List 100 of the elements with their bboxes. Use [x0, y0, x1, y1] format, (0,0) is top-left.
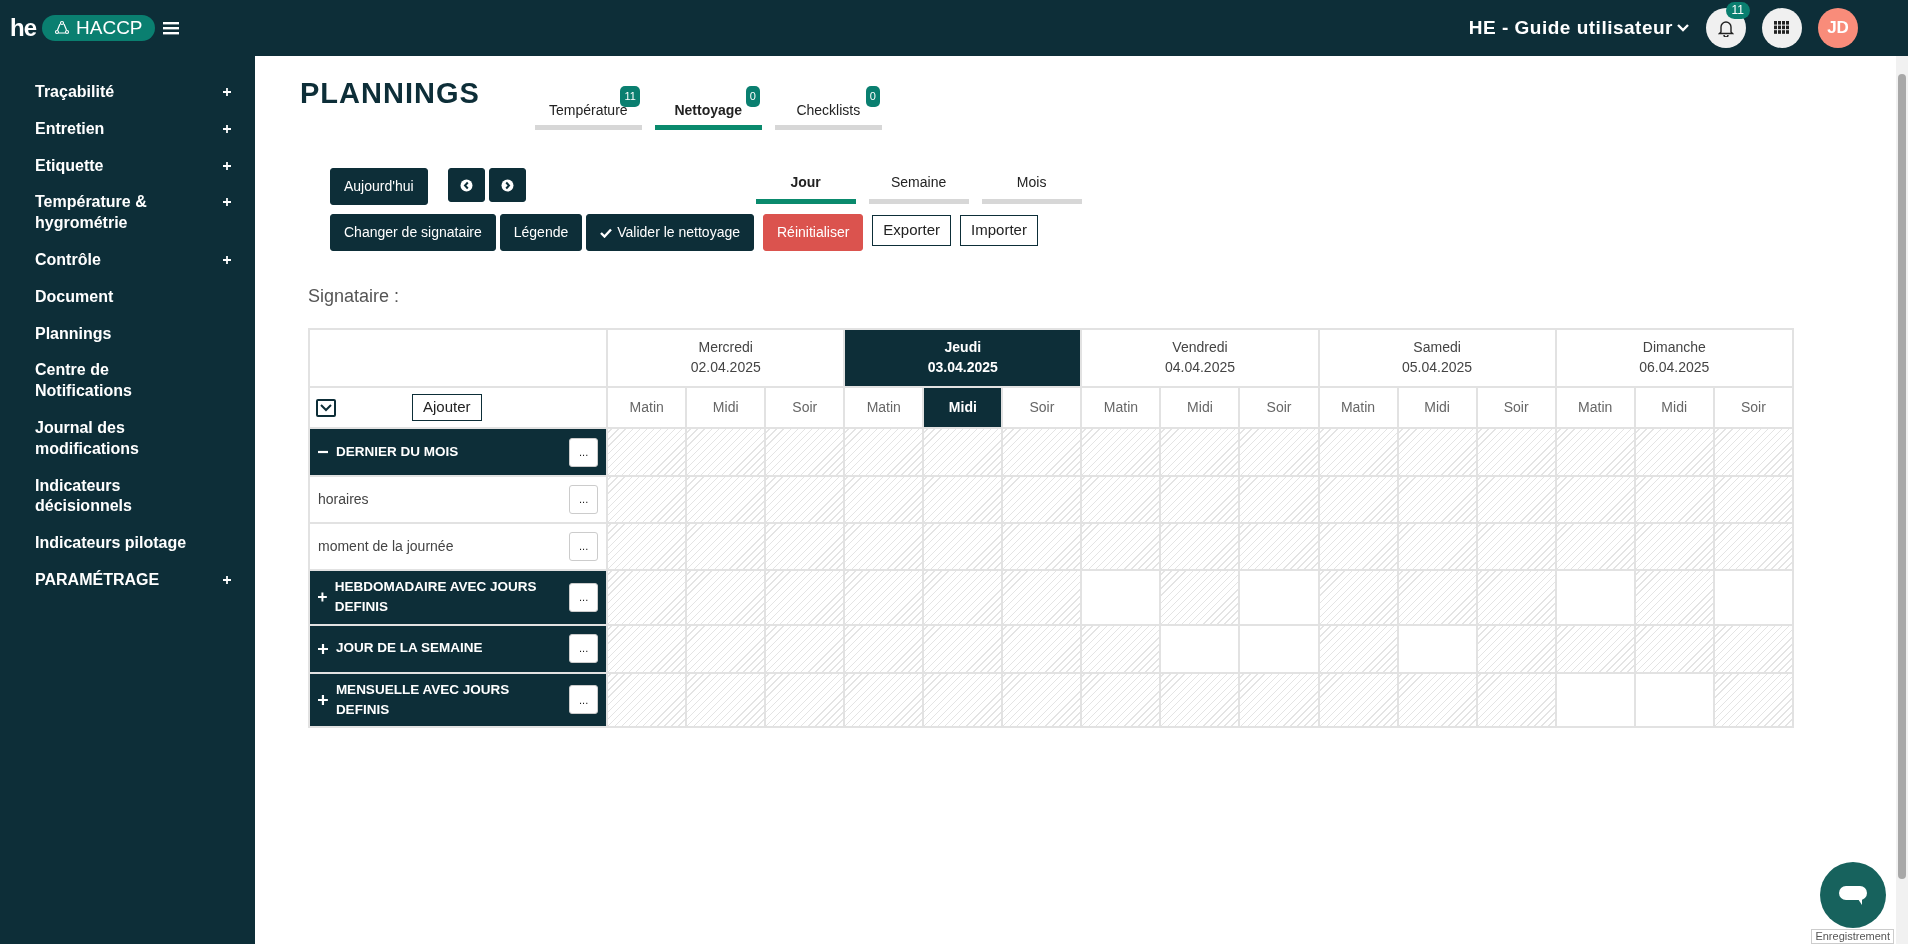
- schedule-cell[interactable]: [1318, 428, 1398, 476]
- schedule-cell[interactable]: [686, 476, 766, 523]
- schedule-cell[interactable]: [1476, 476, 1556, 523]
- today-button[interactable]: Aujourd'hui: [330, 168, 428, 205]
- schedule-cell[interactable]: [1081, 624, 1161, 673]
- previous-button[interactable]: [447, 168, 485, 202]
- schedule-cell[interactable]: [844, 523, 924, 570]
- schedule-cell[interactable]: [1160, 523, 1240, 570]
- apps-button[interactable]: [1762, 8, 1802, 48]
- schedule-cell[interactable]: [1318, 523, 1398, 570]
- schedule-cell[interactable]: [1634, 624, 1714, 673]
- schedule-cell[interactable]: [1318, 624, 1398, 673]
- sidebar-item[interactable]: Indicateurs décisionnels: [0, 467, 255, 526]
- schedule-cell[interactable]: [1239, 428, 1319, 476]
- schedule-cell[interactable]: [1002, 476, 1082, 523]
- scrollbar[interactable]: [1896, 56, 1908, 944]
- schedule-cell[interactable]: [1476, 624, 1556, 673]
- schedule-cell[interactable]: [1634, 570, 1714, 625]
- schedule-cell[interactable]: [1239, 523, 1319, 570]
- more-button[interactable]: ...: [569, 437, 599, 467]
- more-button[interactable]: ...: [569, 485, 599, 514]
- schedule-cell[interactable]: [1397, 624, 1477, 673]
- sidebar-item[interactable]: Document: [0, 278, 255, 316]
- schedule-cell[interactable]: [1476, 570, 1556, 625]
- schedule-cell[interactable]: [1476, 523, 1556, 570]
- schedule-cell[interactable]: [923, 570, 1003, 625]
- plus-icon[interactable]: [223, 575, 231, 584]
- next-button[interactable]: [488, 168, 526, 202]
- schedule-cell[interactable]: [765, 523, 845, 570]
- plus-icon[interactable]: [223, 198, 231, 207]
- view-tab[interactable]: Jour: [755, 168, 856, 204]
- schedule-cell[interactable]: [1555, 523, 1635, 570]
- view-tab[interactable]: Mois: [981, 168, 1082, 204]
- plus-icon[interactable]: [223, 256, 231, 264]
- sidebar-item[interactable]: Contrôle: [0, 242, 255, 279]
- schedule-cell[interactable]: [1002, 428, 1082, 476]
- action-button[interactable]: Exporter: [872, 215, 952, 246]
- schedule-cell[interactable]: [844, 672, 924, 727]
- more-button[interactable]: ...: [569, 532, 599, 561]
- expand-icon[interactable]: [318, 592, 327, 603]
- schedule-cell[interactable]: [607, 428, 687, 476]
- schedule-cell[interactable]: [1713, 523, 1793, 570]
- schedule-cell[interactable]: [686, 570, 766, 625]
- more-button[interactable]: ...: [569, 634, 599, 663]
- schedule-cell[interactable]: [1476, 672, 1556, 727]
- plus-icon[interactable]: [223, 161, 231, 170]
- schedule-cell[interactable]: [1397, 523, 1477, 570]
- schedule-cell[interactable]: [1318, 476, 1398, 523]
- sidebar-item[interactable]: Température & hygrométrie: [0, 184, 255, 242]
- action-button[interactable]: Légende: [499, 214, 583, 251]
- schedule-cell[interactable]: [1397, 476, 1477, 523]
- schedule-cell[interactable]: [1713, 570, 1793, 625]
- schedule-cell[interactable]: [765, 624, 845, 673]
- schedule-cell[interactable]: [1555, 476, 1635, 523]
- more-button[interactable]: ...: [569, 582, 599, 612]
- schedule-cell[interactable]: [923, 672, 1003, 727]
- schedule-cell[interactable]: [607, 476, 687, 523]
- schedule-cell[interactable]: [1239, 672, 1319, 727]
- schedule-cell[interactable]: [923, 523, 1003, 570]
- add-button[interactable]: Ajouter: [412, 394, 482, 421]
- schedule-cell[interactable]: [1002, 523, 1082, 570]
- schedule-cell[interactable]: [1081, 523, 1161, 570]
- schedule-cell[interactable]: [1002, 624, 1082, 673]
- schedule-cell[interactable]: [1160, 570, 1240, 625]
- view-tab[interactable]: Semaine: [868, 168, 969, 204]
- schedule-cell[interactable]: [844, 476, 924, 523]
- schedule-cell[interactable]: [1160, 624, 1240, 673]
- schedule-cell[interactable]: [1397, 428, 1477, 476]
- schedule-cell[interactable]: [1713, 428, 1793, 476]
- schedule-cell[interactable]: [686, 672, 766, 727]
- schedule-cell[interactable]: [1397, 570, 1477, 625]
- schedule-cell[interactable]: [686, 624, 766, 673]
- schedule-cell[interactable]: [1160, 476, 1240, 523]
- schedule-cell[interactable]: [1002, 672, 1082, 727]
- schedule-cell[interactable]: [765, 672, 845, 727]
- schedule-cell[interactable]: [844, 570, 924, 625]
- sidebar-item[interactable]: Traçabilité: [0, 74, 255, 111]
- plus-icon[interactable]: [223, 88, 231, 96]
- sidebar-item[interactable]: Journal des modifications: [0, 409, 255, 468]
- schedule-cell[interactable]: [686, 428, 766, 476]
- schedule-cell[interactable]: [1239, 624, 1319, 673]
- schedule-cell[interactable]: [1002, 570, 1082, 625]
- sidebar-item[interactable]: Entretien: [0, 110, 255, 148]
- schedule-cell[interactable]: [1713, 624, 1793, 673]
- schedule-cell[interactable]: [923, 624, 1003, 673]
- expand-icon[interactable]: [318, 643, 328, 654]
- sidebar-item[interactable]: Plannings: [0, 315, 255, 353]
- schedule-cell[interactable]: [1318, 570, 1398, 625]
- schedule-cell[interactable]: [1634, 523, 1714, 570]
- action-button[interactable]: Importer: [960, 215, 1038, 246]
- schedule-cell[interactable]: [765, 476, 845, 523]
- schedule-cell[interactable]: [1555, 570, 1635, 625]
- schedule-cell[interactable]: [923, 476, 1003, 523]
- schedule-cell[interactable]: [1634, 476, 1714, 523]
- schedule-cell[interactable]: [1555, 428, 1635, 476]
- schedule-cell[interactable]: [765, 570, 845, 625]
- schedule-cell[interactable]: [844, 428, 924, 476]
- sidebar-item[interactable]: Indicateurs pilotage: [0, 525, 255, 562]
- more-button[interactable]: ...: [569, 685, 599, 715]
- schedule-cell[interactable]: [1634, 428, 1714, 476]
